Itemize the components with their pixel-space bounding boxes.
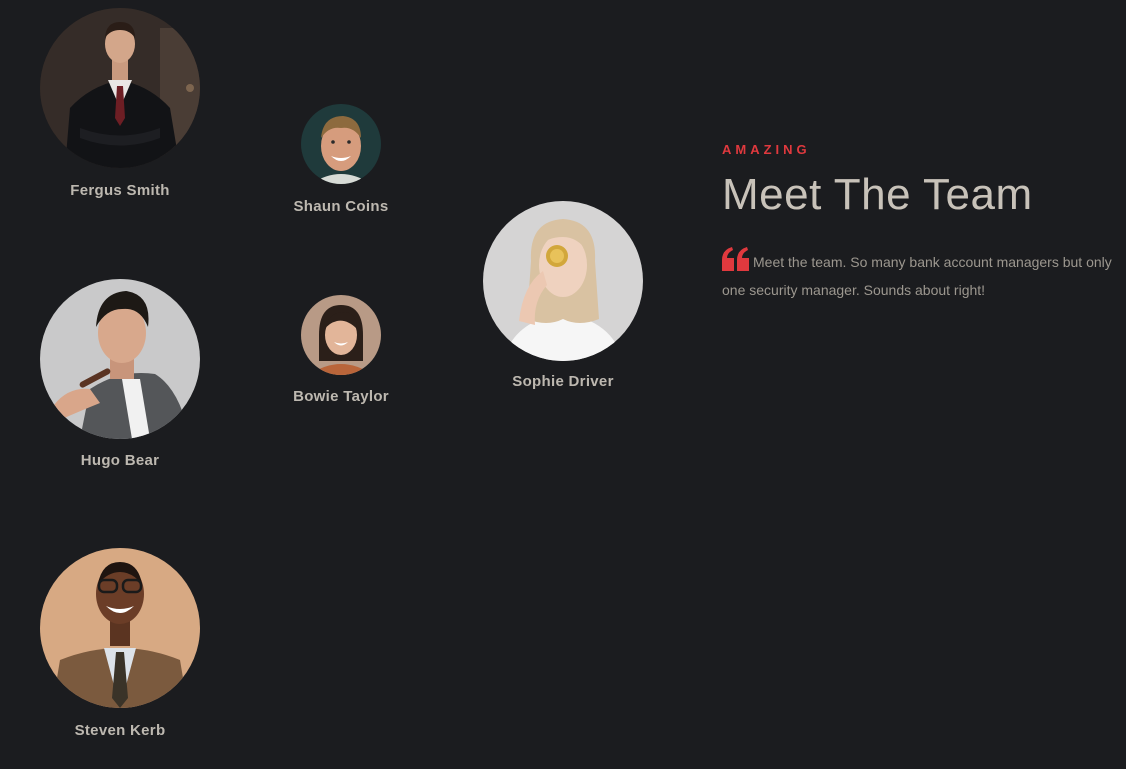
team-intro: AMAZING Meet The Team Meet the team. So … bbox=[722, 142, 1122, 304]
member-name[interactable]: Steven Kerb bbox=[40, 722, 200, 739]
team-member-steven-kerb[interactable]: Steven Kerb bbox=[40, 548, 200, 739]
team-member-shaun-coins[interactable]: Shaun Coins bbox=[261, 104, 421, 215]
member-name[interactable]: Sophie Driver bbox=[483, 373, 643, 390]
quote-left-icon bbox=[722, 247, 750, 272]
avatar-fergus-smith[interactable] bbox=[40, 8, 200, 168]
team-member-bowie-taylor[interactable]: Bowie Taylor bbox=[261, 295, 421, 405]
intro-quote: Meet the team. So many bank account mana… bbox=[722, 247, 1122, 304]
team-member-fergus-smith[interactable]: Fergus Smith bbox=[40, 8, 200, 199]
team-page: Fergus Smith Shaun Coins Hugo Bear Bowie… bbox=[0, 0, 1126, 769]
member-name[interactable]: Shaun Coins bbox=[261, 198, 421, 215]
section-eyebrow: AMAZING bbox=[722, 142, 811, 157]
team-member-hugo-bear[interactable]: Hugo Bear bbox=[40, 279, 200, 469]
intro-quote-text: Meet the team. So many bank account mana… bbox=[722, 254, 1112, 299]
avatar-bowie-taylor[interactable] bbox=[301, 295, 381, 375]
team-member-sophie-driver[interactable]: Sophie Driver bbox=[483, 201, 643, 390]
avatar-sophie-driver[interactable] bbox=[483, 201, 643, 361]
avatar-shaun-coins[interactable] bbox=[301, 104, 381, 184]
avatar-steven-kerb[interactable] bbox=[40, 548, 200, 708]
member-name[interactable]: Fergus Smith bbox=[40, 182, 200, 199]
member-name[interactable]: Hugo Bear bbox=[40, 452, 200, 469]
avatar-hugo-bear[interactable] bbox=[40, 279, 200, 439]
section-title: Meet The Team bbox=[722, 170, 1033, 219]
member-name[interactable]: Bowie Taylor bbox=[261, 388, 421, 405]
